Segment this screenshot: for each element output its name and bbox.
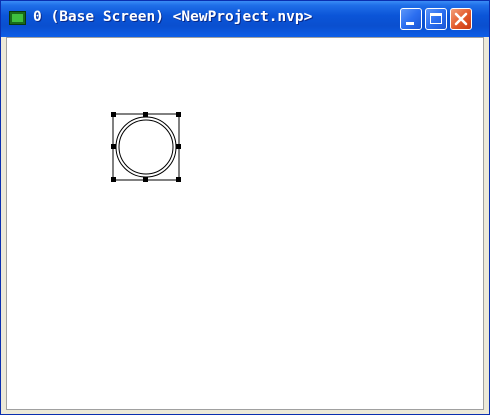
resize-handle-s bbox=[143, 177, 148, 182]
close-button[interactable] bbox=[450, 8, 472, 30]
close-icon bbox=[454, 12, 468, 26]
screen-editor-window: 0 (Base Screen) <NewProject.nvp> bbox=[0, 0, 490, 415]
screen-canvas[interactable] bbox=[6, 37, 484, 410]
resize-handle-e bbox=[176, 144, 181, 149]
minimize-button[interactable] bbox=[400, 8, 422, 30]
resize-handle-w bbox=[111, 144, 116, 149]
screen-icon bbox=[9, 11, 26, 25]
resize-handle-se bbox=[176, 177, 181, 182]
resize-handle-ne bbox=[176, 112, 181, 117]
window-title: 0 (Base Screen) <NewProject.nvp> bbox=[33, 9, 313, 25]
resize-handle-nw bbox=[111, 112, 116, 117]
circle-part-shape bbox=[111, 112, 181, 182]
title-bar[interactable]: 0 (Base Screen) <NewProject.nvp> bbox=[1, 1, 489, 37]
resize-handle-n bbox=[143, 112, 148, 117]
resize-handle-sw bbox=[111, 177, 116, 182]
maximize-button[interactable] bbox=[425, 8, 447, 30]
circle-part[interactable] bbox=[109, 110, 185, 218]
